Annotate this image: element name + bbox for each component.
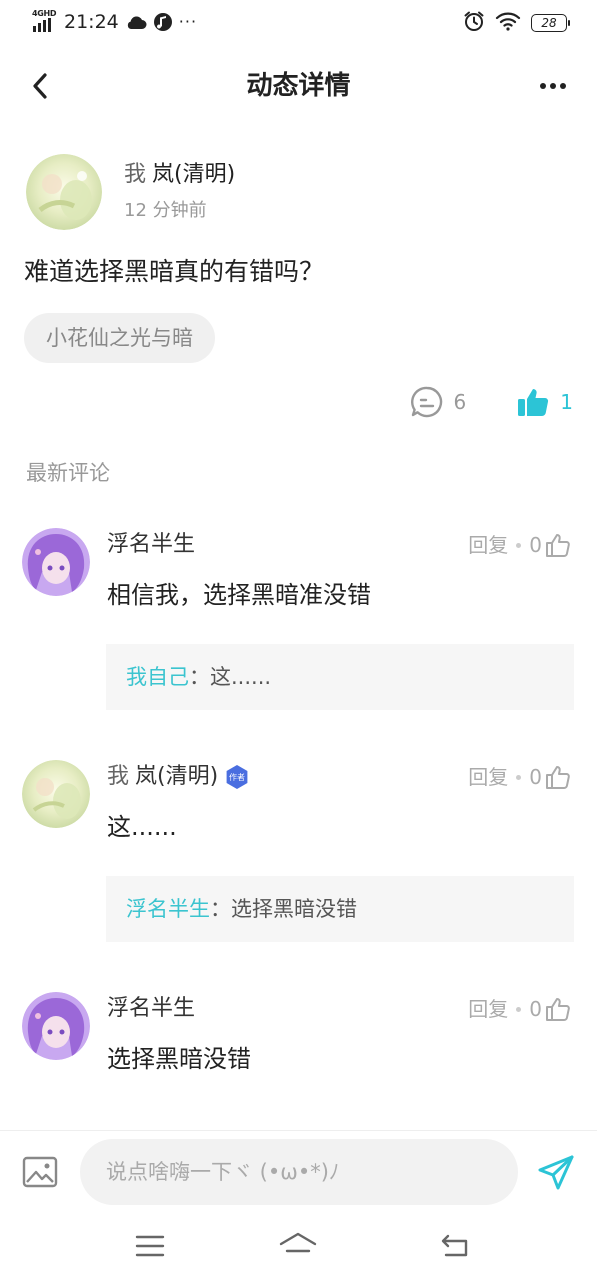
send-icon <box>538 1155 574 1190</box>
post-actions: 6 1 <box>410 382 573 422</box>
comment-like-count: 0 <box>529 765 542 789</box>
alarm-icon <box>463 10 485 36</box>
reply-button[interactable]: 回复 <box>468 760 508 794</box>
system-nav-bar <box>0 1214 597 1280</box>
battery-level: 28 <box>541 16 557 30</box>
quote-text: 这...... <box>210 665 272 689</box>
comments-section-title: 最新评论 <box>26 461 110 485</box>
home-icon <box>279 1232 317 1253</box>
comment-like-count: 0 <box>529 997 542 1021</box>
comment-button[interactable]: 6 <box>410 382 467 422</box>
image-button[interactable] <box>22 1155 58 1189</box>
like-count: 1 <box>560 390 573 414</box>
commenter-prefix: 我 <box>107 764 130 789</box>
battery-icon: 28 <box>531 14 570 32</box>
author-name: 岚(清明) <box>152 162 236 187</box>
separator-dot <box>516 774 522 780</box>
nav-home-button[interactable] <box>278 1228 318 1264</box>
separator-dot <box>516 542 522 548</box>
more-dots-icon <box>540 83 546 89</box>
wifi-icon <box>495 11 521 35</box>
comment-tools: 回复 0 <box>468 992 571 1026</box>
quote-text: 选择黑暗没错 <box>231 897 357 921</box>
image-icon <box>22 1156 58 1188</box>
author-badge-label: 作者 <box>229 772 245 782</box>
post-time: 12 分钟前 <box>124 200 207 221</box>
comment-text: 这...... <box>107 813 177 841</box>
comment-tools: 回复 0 <box>468 760 571 794</box>
status-left: 4GHD 21:24 ··· <box>32 10 197 34</box>
topic-tag[interactable]: 小花仙之光与暗 <box>24 313 215 363</box>
signal-icon: 4GHD <box>32 10 58 34</box>
comment-text: 相信我，选择黑暗准没错 <box>107 581 371 609</box>
author-avatar[interactable] <box>26 154 102 230</box>
comment-icon <box>410 386 442 418</box>
quote-author[interactable]: 浮名半生 <box>126 897 210 921</box>
status-time: 21:24 <box>64 11 119 33</box>
commenter-name[interactable]: 我岚(清明) 作者 <box>107 762 250 792</box>
commenter-avatar[interactable] <box>22 760 90 828</box>
status-overflow: ··· <box>178 12 198 31</box>
send-button[interactable] <box>536 1153 576 1193</box>
comment-input[interactable] <box>80 1139 518 1205</box>
post-author[interactable]: 我岚(清明) <box>124 160 235 190</box>
header: 动态详情 <box>0 56 597 116</box>
nav-back-button[interactable] <box>434 1228 474 1264</box>
music-icon <box>153 12 173 32</box>
comment-tools: 回复 0 <box>468 528 571 562</box>
comment-like-count: 0 <box>529 533 542 557</box>
quote-separator: ： <box>189 665 210 689</box>
commenter-name[interactable]: 浮名半生 <box>107 994 195 1024</box>
thumbs-up-outline-icon[interactable] <box>545 532 571 558</box>
thumbs-up-icon <box>518 389 549 416</box>
reply-button[interactable]: 回复 <box>468 528 508 562</box>
network-type: 4GHD <box>32 9 57 18</box>
author-badge: 作者 <box>224 764 250 790</box>
comment-input-bar <box>0 1130 597 1214</box>
post-text: 难道选择黑暗真的有错吗？ <box>24 257 325 286</box>
back-arrow-icon <box>441 1234 468 1257</box>
reply-button[interactable]: 回复 <box>468 992 508 1026</box>
commenter-name[interactable]: 浮名半生 <box>107 530 195 560</box>
commenter-avatar[interactable] <box>22 992 90 1060</box>
thumbs-up-outline-icon[interactable] <box>545 996 571 1022</box>
commenter-name-text: 岚(清明) <box>135 764 219 789</box>
nav-menu-button[interactable] <box>130 1228 170 1264</box>
status-bar: 4GHD 21:24 ··· 28 <box>0 0 597 46</box>
comment-text: 选择黑暗没错 <box>107 1045 251 1073</box>
status-right: 28 <box>463 10 570 36</box>
reply-quote[interactable]: 浮名半生：选择黑暗没错 <box>106 876 574 942</box>
author-prefix: 我 <box>124 162 147 187</box>
separator-dot <box>516 1006 522 1012</box>
like-button[interactable]: 1 <box>516 382 573 422</box>
thumbs-up-outline-icon[interactable] <box>545 764 571 790</box>
commenter-avatar[interactable] <box>22 528 90 596</box>
cloud-icon <box>125 14 147 30</box>
comment-count: 6 <box>453 390 467 414</box>
menu-icon <box>135 1235 165 1257</box>
page-title: 动态详情 <box>246 71 351 101</box>
quote-author[interactable]: 我自己 <box>126 665 189 689</box>
quote-separator: ： <box>210 897 231 921</box>
reply-quote[interactable]: 我自己：这...... <box>106 644 574 710</box>
more-button[interactable] <box>533 70 573 102</box>
